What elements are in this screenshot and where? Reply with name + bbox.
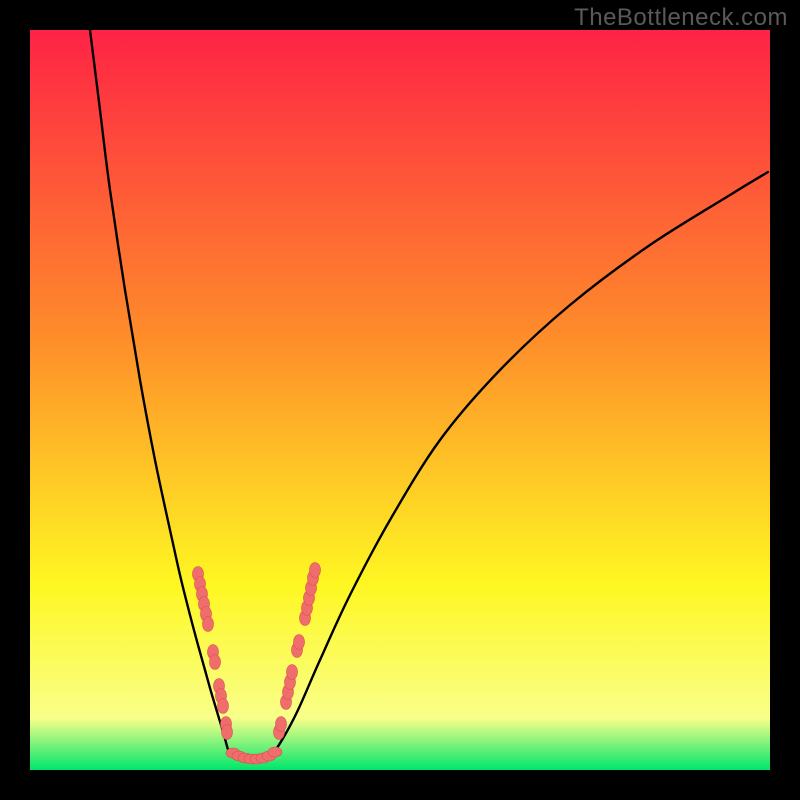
bottleneck-curve — [90, 30, 768, 761]
data-marker — [218, 699, 229, 714]
watermark-text: TheBottleneck.com — [574, 4, 788, 32]
chart-frame: TheBottleneck.com — [0, 0, 800, 800]
data-marker — [310, 563, 321, 578]
data-marker — [268, 747, 282, 757]
chart-svg — [30, 30, 770, 770]
data-marker — [210, 655, 221, 670]
data-markers — [193, 563, 321, 765]
data-marker — [276, 717, 287, 732]
data-marker — [203, 617, 214, 632]
plot-area — [30, 30, 770, 770]
data-marker — [222, 725, 233, 740]
data-marker — [287, 665, 298, 680]
data-marker — [294, 635, 305, 650]
